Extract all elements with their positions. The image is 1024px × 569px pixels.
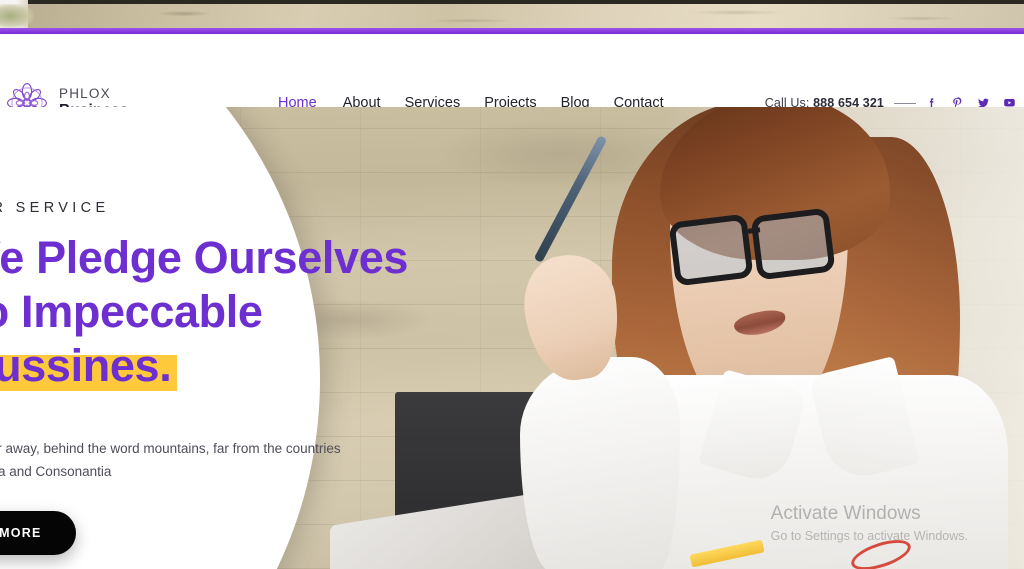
eyeglasses-icon [668,207,852,287]
arm-sleeve [520,357,680,569]
hero-description: Far far away, behind the word mountains,… [0,441,341,479]
lens-left [668,213,754,287]
site-header: PHLOX Business Home About Services Proje… [0,34,1024,123]
previous-section-image-sliver [0,0,1024,28]
lens-right [750,207,836,281]
hero-person-photo [0,107,1024,569]
sliver-wall-texture [0,4,1024,28]
sliver-green-blur [0,4,34,28]
pen [533,135,608,263]
read-more-button[interactable]: READ MORE [0,511,76,555]
headline-line-3-highlighted: Bussines. [0,339,178,393]
headline-line-2: To Impeccable [0,286,263,337]
headline-line-1: We Pledge Ourselves [0,232,409,283]
hero-section: OUR SERVICE We Pledge Ourselves To Impec… [0,107,1024,569]
hero-eyebrow: OUR SERVICE [0,200,110,216]
brand-name-primary: PHLOX [59,86,111,102]
headline-line-3-text: Bussines. [0,340,172,391]
page-root: PHLOX Business Home About Services Proje… [0,0,1024,569]
hero-headline: We Pledge Ourselves To Impeccable Bussin… [0,231,408,393]
header-divider-dash [894,102,916,104]
